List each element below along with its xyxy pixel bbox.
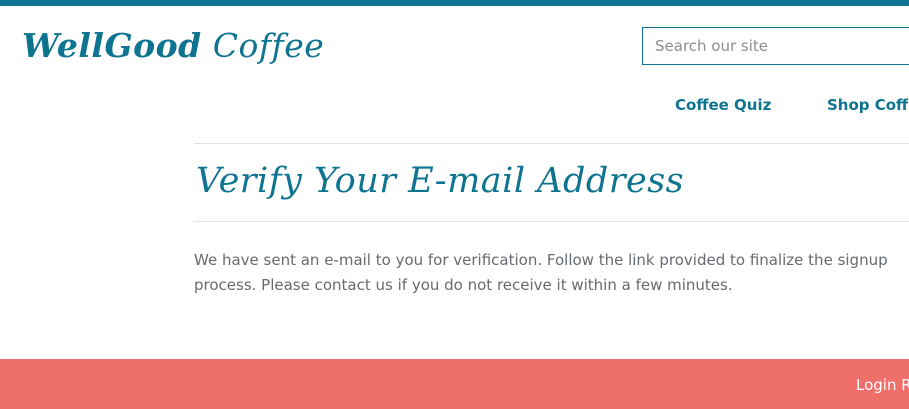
nav-item-coffee-quiz[interactable]: Coffee Quiz — [675, 96, 771, 114]
site-logo[interactable]: WellGood Coffee — [22, 18, 324, 74]
main-nav: Coffee Quiz Shop Coffe — [0, 92, 909, 122]
page-title: Verify Your E-mail Address — [196, 161, 685, 201]
logo-text-light: Coffee — [201, 26, 325, 65]
search-box[interactable] — [642, 27, 909, 65]
footer-login-link[interactable]: Login R — [856, 376, 909, 394]
search-input[interactable] — [643, 28, 909, 64]
logo-text-bold: WellGood — [22, 26, 202, 65]
title-divider-bottom — [194, 221, 909, 222]
title-divider-top — [194, 143, 909, 144]
nav-item-shop-coffee[interactable]: Shop Coffe — [827, 96, 909, 114]
footer-bar: Login R — [0, 359, 909, 409]
top-accent-bar — [0, 0, 909, 6]
verification-message: We have sent an e-mail to you for verifi… — [194, 251, 888, 294]
